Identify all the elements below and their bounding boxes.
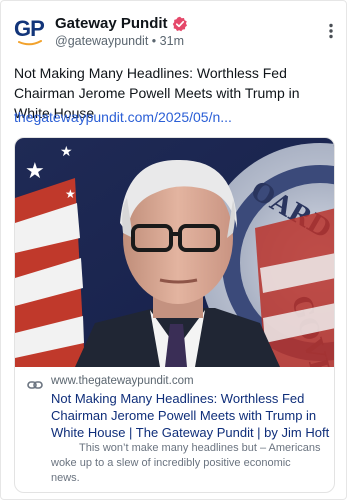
svg-text:★: ★ bbox=[25, 159, 45, 184]
post-card[interactable]: GP Gateway Pundit @gatewaypundit • 31m N… bbox=[0, 0, 347, 500]
post-header: GP Gateway Pundit @gatewaypundit • 31m bbox=[14, 13, 336, 49]
avatar-swoosh-icon bbox=[18, 40, 42, 46]
svg-text:★: ★ bbox=[65, 187, 76, 201]
link-preview-card[interactable]: ★ ★ ★ OARD OF GOVER bbox=[14, 137, 335, 493]
svg-text:★: ★ bbox=[60, 144, 73, 160]
avatar-text: GP bbox=[14, 16, 45, 41]
verified-badge-icon bbox=[172, 16, 187, 31]
post-link[interactable]: thegatewaypundit.com/2025/05/n... bbox=[14, 107, 232, 127]
avatar[interactable]: GP bbox=[14, 13, 46, 46]
meta-separator: • bbox=[151, 34, 157, 48]
author-handle[interactable]: @gatewaypundit bbox=[55, 34, 148, 48]
preview-footer: www.thegatewaypundit.com Not Making Many… bbox=[15, 367, 334, 492]
preview-title[interactable]: Not Making Many Headlines: Worthless Fed… bbox=[51, 390, 333, 441]
author-name[interactable]: Gateway Pundit bbox=[55, 15, 168, 32]
author-name-row: Gateway Pundit bbox=[55, 15, 188, 32]
preview-description: This won’t make many headlines but – Ame… bbox=[51, 442, 321, 484]
preview-domain[interactable]: www.thegatewaypundit.com bbox=[51, 375, 194, 387]
more-vertical-icon[interactable] bbox=[328, 23, 334, 39]
post-time[interactable]: 31m bbox=[160, 34, 184, 48]
link-icon bbox=[27, 381, 43, 389]
preview-image[interactable]: ★ ★ ★ OARD OF GOVER bbox=[15, 138, 335, 367]
author-meta: @gatewaypundit • 31m bbox=[55, 34, 184, 48]
